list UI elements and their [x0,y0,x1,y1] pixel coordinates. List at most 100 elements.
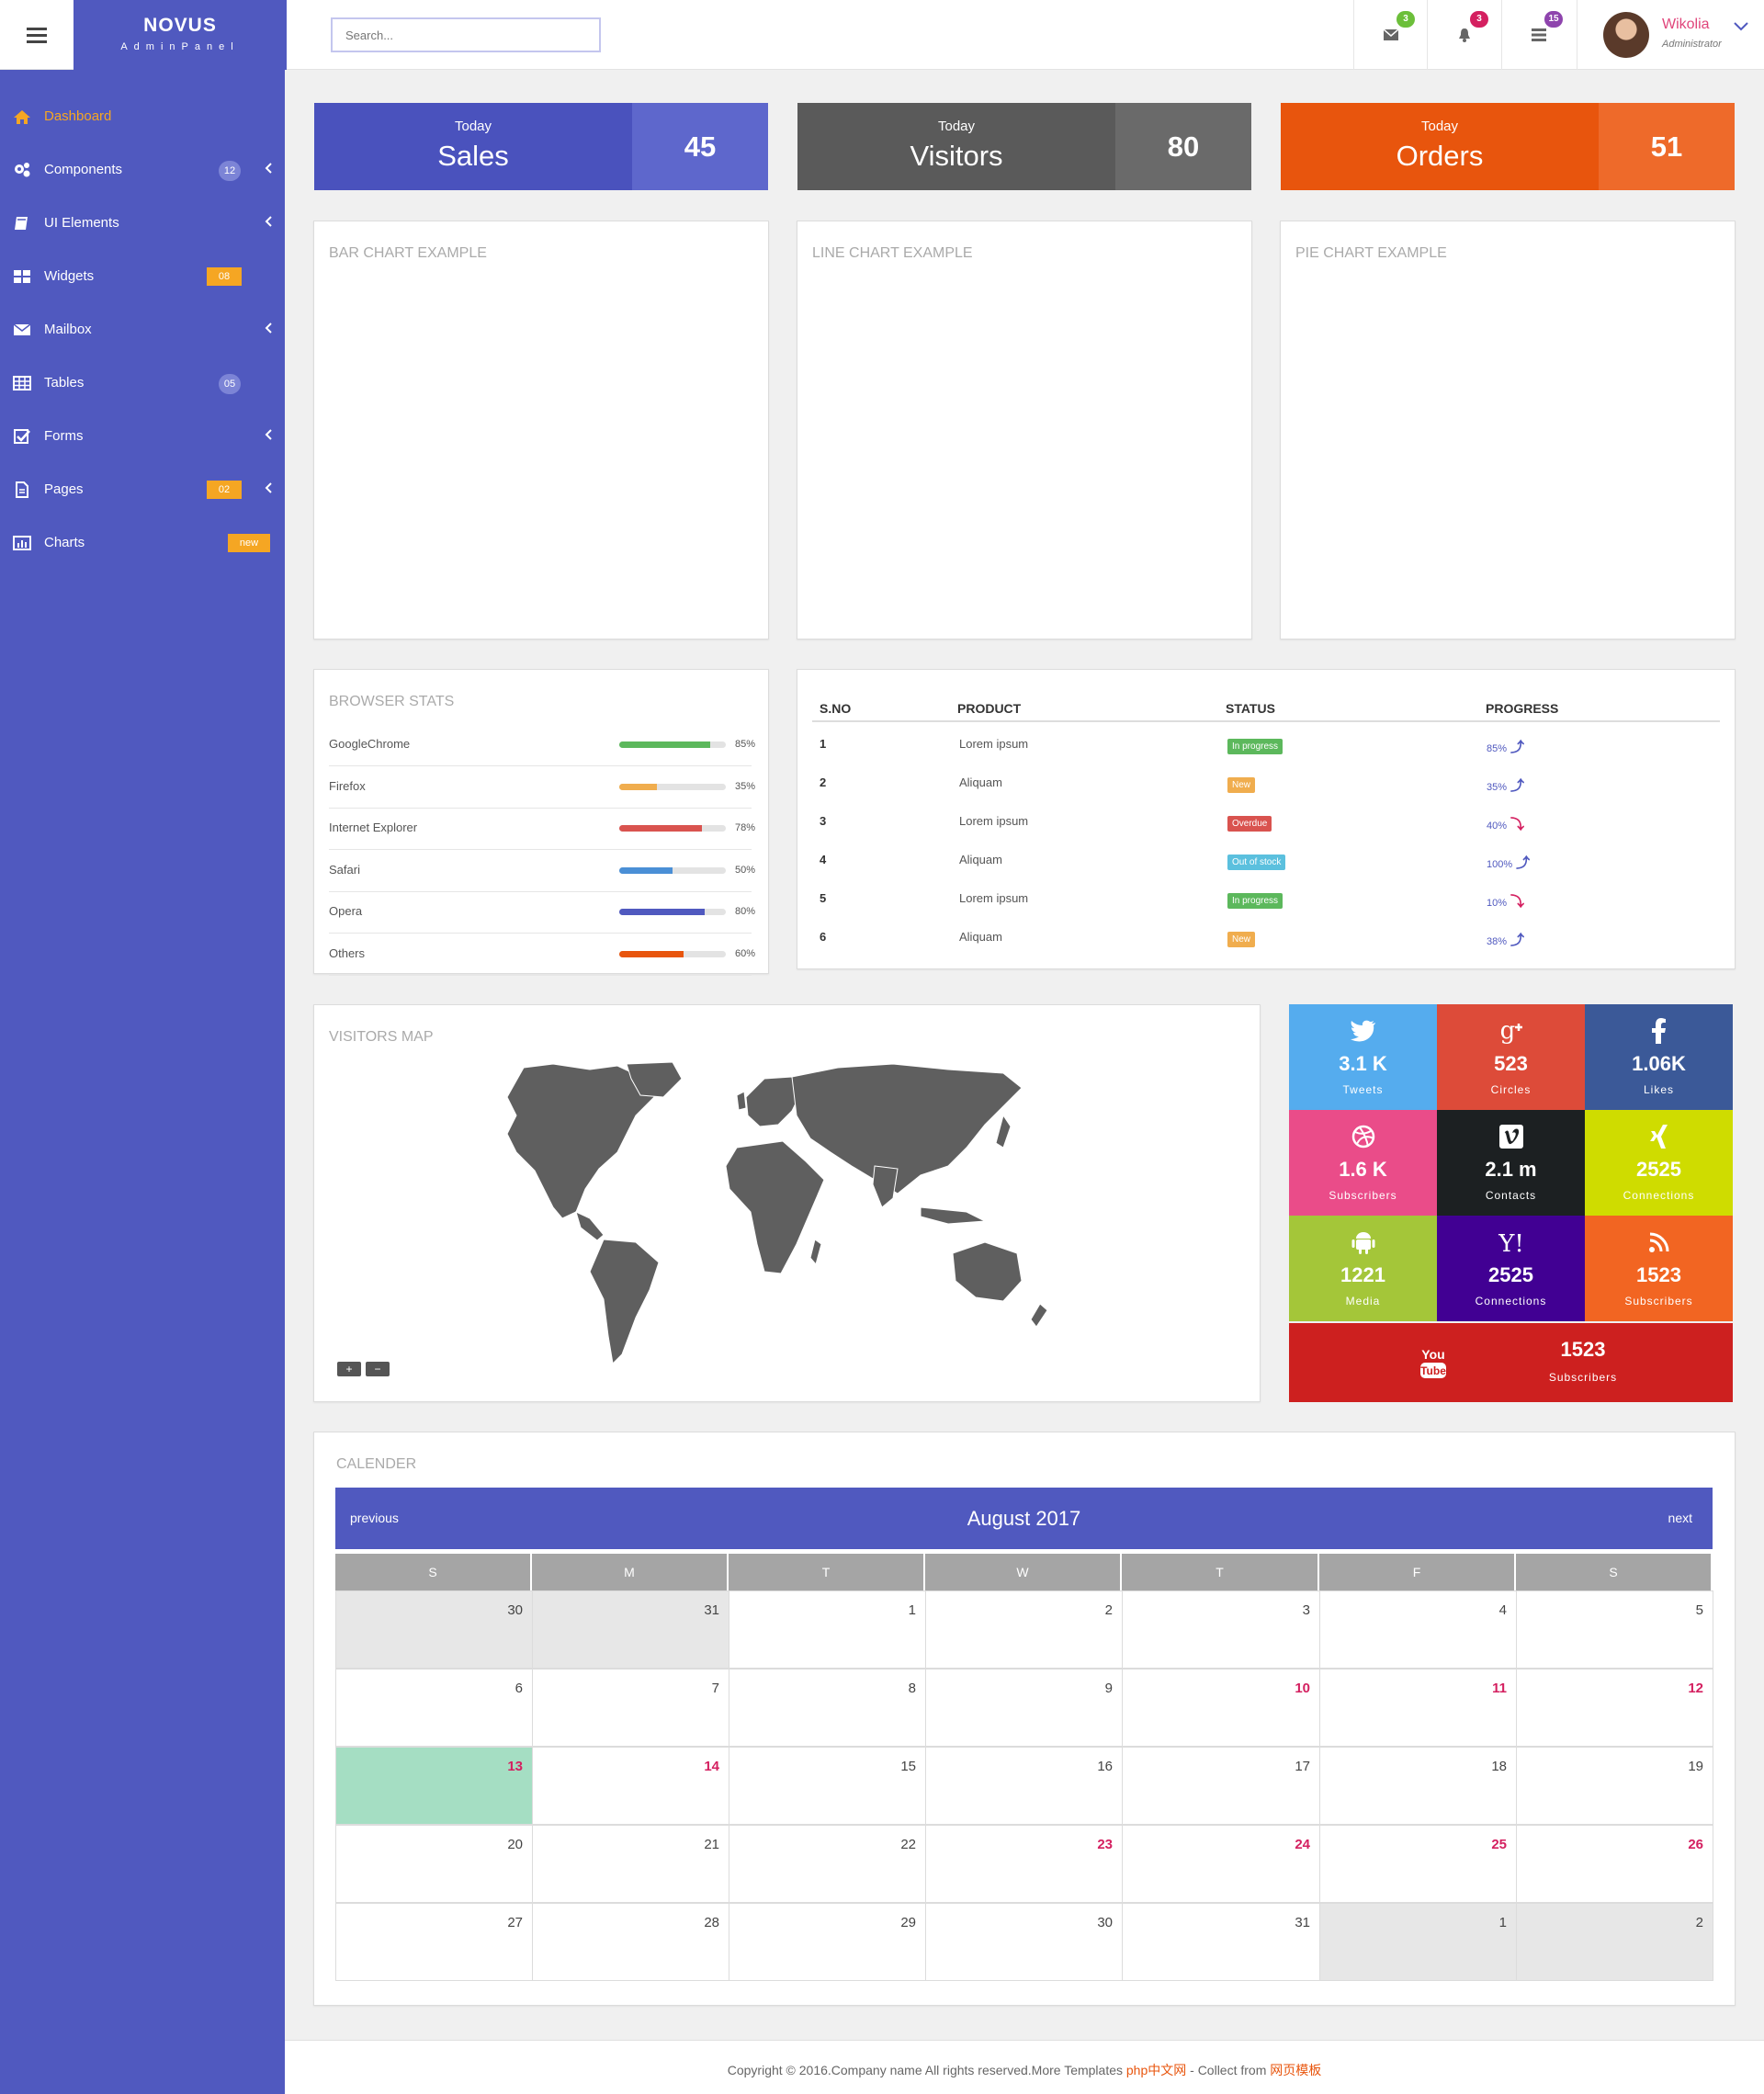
stat-card-sales[interactable]: Today Sales 45 [314,103,768,190]
calendar-day-cell[interactable]: 23 [925,1825,1123,1903]
table-icon [13,376,31,391]
footer-link-php[interactable]: php中文网 [1126,2063,1186,2077]
calendar-next-button[interactable]: next [1668,1511,1692,1525]
calendar-day-cell[interactable]: 6 [335,1669,533,1747]
messages-badge: 3 [1396,11,1415,28]
calendar-day-cell[interactable]: 1 [1319,1903,1517,1981]
calendar-day-cell[interactable]: 2 [1516,1903,1713,1981]
stat-label: Orders [1396,140,1484,172]
calendar-day-cell[interactable]: 31 [1122,1903,1320,1981]
social-value: 3.1 K [1339,1052,1387,1075]
table-row[interactable]: 4 Aliquam Out of stock 100% ⤴ [812,843,1720,881]
social-value: 1523 [1636,1263,1681,1286]
envelope-icon [1383,29,1398,40]
calendar-day-cell[interactable]: 30 [335,1590,533,1669]
calendar-day-cell[interactable]: 9 [925,1669,1123,1747]
social-tile-android[interactable]: 1221 Media [1289,1216,1437,1321]
progress-fill [619,783,657,790]
table-row[interactable]: 6 Aliquam New 38% ⤴ [812,920,1720,958]
calendar-day-number: 26 [1688,1837,1703,1852]
calendar-day-cell[interactable]: 8 [729,1669,926,1747]
calendar-day-cell[interactable]: 2 [925,1590,1123,1669]
search-input[interactable] [331,17,601,52]
social-tile-facebook[interactable]: 1.06K Likes [1585,1004,1733,1110]
calendar-day-cell[interactable]: 11 [1319,1669,1517,1747]
calendar-day-cell[interactable]: 5 [1516,1590,1713,1669]
calendar-day-cell[interactable]: 4 [1319,1590,1517,1669]
calendar-day-cell[interactable]: 15 [729,1747,926,1825]
arrow-up-icon: ⤴ [1510,933,1525,948]
social-tile-dribbble[interactable]: 1.6 K Subscribers [1289,1110,1437,1216]
brand-logo[interactable]: NOVUS AdminPanel [74,0,287,70]
world-map[interactable] [489,1060,1077,1373]
arrow-up-icon: ⤴ [1510,740,1525,755]
social-tile-xing[interactable]: 2525 Connections [1585,1110,1733,1216]
social-tile-yahoo[interactable]: Y! 2525 Connections [1437,1216,1585,1321]
calendar-day-cell[interactable]: 29 [729,1903,926,1981]
sidebar-item-tables[interactable]: Tables 05 [0,357,285,410]
sidebar-item-ui-elements[interactable]: UI Elements [0,197,285,250]
progress-bar [619,783,726,790]
user-menu[interactable]: Wikolia Administrator [1577,0,1764,70]
map-zoom-out-button[interactable]: − [366,1362,390,1376]
table-row[interactable]: 3 Lorem ipsum Overdue 40% ⤵ [812,804,1720,843]
calendar-day-cell[interactable]: 30 [925,1903,1123,1981]
calendar-day-cell[interactable]: 10 [1122,1669,1320,1747]
calendar-day-cell[interactable]: 13 [335,1747,533,1825]
sidebar-item-label: Tables [44,375,85,391]
new-zealand [1030,1303,1048,1328]
sidebar-item-charts[interactable]: Charts new [0,516,285,570]
social-tile-google-plus[interactable]: g 523 Circles [1437,1004,1585,1110]
browser-name: GoogleChrome [329,737,411,751]
messages-button[interactable]: 3 [1353,0,1427,70]
sidebar-item-pages[interactable]: Pages 02 [0,463,285,516]
calendar-day-cell[interactable]: 14 [532,1747,729,1825]
calendar-day-cell[interactable]: 1 [729,1590,926,1669]
tasks-button[interactable]: 15 [1501,0,1575,70]
calendar-day-cell[interactable]: 28 [532,1903,729,1981]
table-row[interactable]: 2 Aliquam New 35% ⤴ [812,765,1720,804]
sidebar-item-components[interactable]: Components 12 [0,143,285,197]
notifications-button[interactable]: 3 [1427,0,1500,70]
social-tile-twitter[interactable]: 3.1 K Tweets [1289,1004,1437,1110]
calendar-day-number: 19 [1688,1759,1703,1774]
calendar-day-cell[interactable]: 22 [729,1825,926,1903]
calendar-day-cell[interactable]: 26 [1516,1825,1713,1903]
bell-icon [1458,28,1470,42]
calendar-day-cell[interactable]: 27 [335,1903,533,1981]
browser-name: Others [329,945,366,960]
calendar-day-cell[interactable]: 20 [335,1825,533,1903]
sidebar-item-dashboard[interactable]: Dashboard [0,90,285,143]
calendar-day-cell[interactable]: 12 [1516,1669,1713,1747]
social-tile-rss[interactable]: 1523 Subscribers [1585,1216,1733,1321]
table-row[interactable]: 5 Lorem ipsum In progress 10% ⤵ [812,881,1720,920]
stat-card-orders[interactable]: Today Orders 51 [1281,103,1735,190]
calendar-day-cell[interactable]: 16 [925,1747,1123,1825]
progress-fill [619,950,684,957]
product-name: Aliquam [959,930,1002,944]
calendar-day-cell[interactable]: 31 [532,1590,729,1669]
social-value: 1523 [1560,1338,1606,1361]
calendar-day-cell[interactable]: 24 [1122,1825,1320,1903]
panel-title: BAR CHART EXAMPLE [329,245,487,261]
stat-card-visitors[interactable]: Today Visitors 80 [797,103,1251,190]
calendar-day-cell[interactable]: 3 [1122,1590,1320,1669]
calendar-day-number: 12 [1688,1681,1703,1696]
sidebar-item-forms[interactable]: Forms [0,410,285,463]
sidebar-item-widgets[interactable]: Widgets 08 [0,250,285,303]
footer-link-templates[interactable]: 网页模板 [1270,2063,1321,2077]
map-zoom-in-button[interactable]: + [337,1362,361,1376]
calendar-day-cell[interactable]: 18 [1319,1747,1517,1825]
social-value: 1.6 K [1339,1158,1387,1181]
table-row[interactable]: 1 Lorem ipsum In progress 85% ⤴ [812,727,1720,765]
calendar-day-header: M [532,1554,727,1590]
menu-toggle-button[interactable] [0,0,74,70]
calendar-day-cell[interactable]: 7 [532,1669,729,1747]
calendar-day-cell[interactable]: 25 [1319,1825,1517,1903]
calendar-day-cell[interactable]: 19 [1516,1747,1713,1825]
social-tile-youtube[interactable]: You Tube 1523 Subscribers [1289,1323,1733,1402]
sidebar-item-mailbox[interactable]: Mailbox [0,303,285,357]
calendar-day-cell[interactable]: 17 [1122,1747,1320,1825]
calendar-day-cell[interactable]: 21 [532,1825,729,1903]
social-tile-vimeo[interactable]: 2.1 m Contacts [1437,1110,1585,1216]
